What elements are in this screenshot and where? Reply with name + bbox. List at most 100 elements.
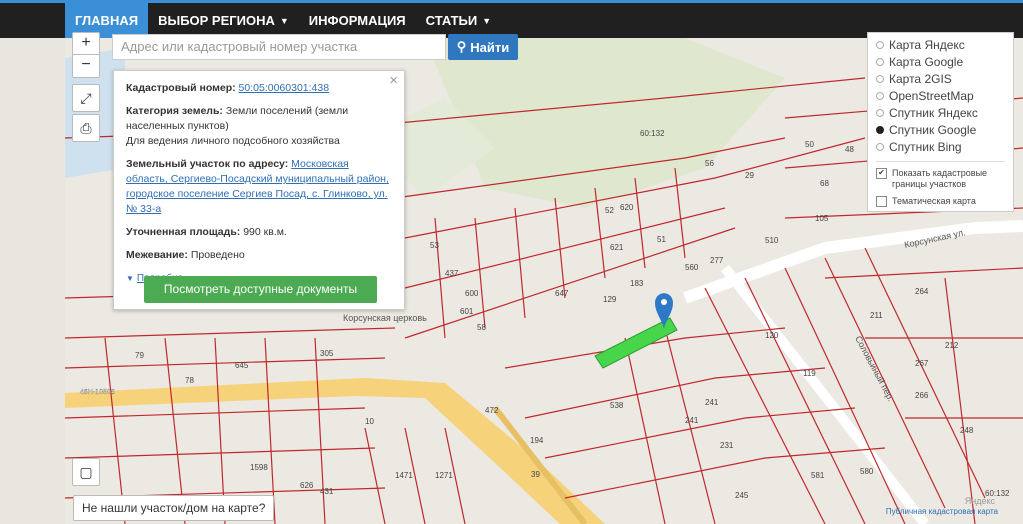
svg-text:1471: 1471	[395, 471, 413, 480]
svg-text:51: 51	[657, 235, 666, 244]
svg-text:472: 472	[485, 406, 499, 415]
svg-text:266: 266	[915, 391, 929, 400]
radio-icon	[876, 108, 884, 117]
nav-info-label: ИНФОРМАЦИЯ	[308, 13, 406, 28]
close-icon[interactable]: ×	[389, 73, 398, 88]
area-value: 990 кв.м.	[243, 226, 287, 238]
svg-text:600: 600	[465, 289, 479, 298]
zoom-in-button[interactable]: +	[72, 32, 100, 56]
view-documents-button[interactable]: Посмотреть доступные документы	[144, 276, 377, 303]
chevron-down-icon: ▼	[126, 274, 134, 283]
layer-2gis-map[interactable]: Карта 2GIS	[876, 70, 1005, 87]
svg-text:647: 647	[555, 289, 569, 298]
divider	[876, 161, 1005, 162]
svg-text:46Н-10508: 46Н-10508	[80, 389, 115, 396]
usage-value: Для ведения личного подсобного хозяйства	[126, 135, 340, 147]
layer-google-map[interactable]: Карта Google	[876, 53, 1005, 70]
search-input[interactable]: Адрес или кадастровый номер участка	[112, 34, 446, 60]
svg-text:601: 601	[460, 307, 474, 316]
survey-label: Межевание:	[126, 249, 188, 261]
svg-text:1598: 1598	[250, 463, 268, 472]
svg-text:48: 48	[845, 145, 854, 154]
nav-info[interactable]: ИНФОРМАЦИЯ	[299, 3, 416, 38]
print-button[interactable]: ⎙	[72, 114, 100, 142]
radio-icon	[876, 91, 884, 100]
chevron-down-icon: ▼	[482, 15, 492, 26]
svg-text:52: 52	[605, 206, 614, 215]
svg-text:58: 58	[477, 323, 486, 332]
search-button[interactable]: ⚲ Найти	[448, 34, 518, 60]
footer-link[interactable]: Публичная кадастровая карта	[886, 507, 998, 516]
layer-label: Спутник Google	[889, 122, 977, 137]
svg-text:241: 241	[705, 398, 719, 407]
svg-text:105: 105	[815, 214, 829, 223]
nav-region-label: ВЫБОР РЕГИОНА	[158, 13, 275, 28]
svg-text:120: 120	[765, 331, 779, 340]
layer-label: Карта 2GIS	[889, 71, 952, 86]
fullscreen-button[interactable]: ⤢	[72, 84, 100, 112]
search-button-label: Найти	[470, 39, 510, 55]
svg-text:560: 560	[685, 263, 699, 272]
svg-text:60:132: 60:132	[640, 129, 665, 138]
cadastral-link[interactable]: 50:05:0060301:438	[239, 82, 330, 94]
layer-openstreetmap[interactable]: OpenStreetMap	[876, 87, 1005, 104]
checkbox-icon	[876, 196, 887, 207]
layer-label: Спутник Яндекс	[889, 105, 978, 120]
svg-text:39: 39	[531, 470, 540, 479]
svg-text:79: 79	[135, 351, 144, 360]
layer-label: Спутник Bing	[889, 139, 962, 154]
cadastral-label: Кадастровый номер:	[126, 82, 236, 94]
svg-text:211: 211	[870, 311, 883, 320]
map-brand: Яндекс	[964, 496, 995, 506]
svg-text:53: 53	[430, 241, 439, 250]
radio-icon	[876, 57, 884, 66]
radio-icon	[876, 40, 884, 49]
layer-yandex-satellite[interactable]: Спутник Яндекс	[876, 104, 1005, 121]
svg-text:620: 620	[620, 203, 634, 212]
svg-text:29: 29	[745, 171, 754, 180]
svg-text:581: 581	[811, 471, 825, 480]
svg-text:510: 510	[765, 236, 779, 245]
layer-label: Карта Яндекс	[889, 37, 965, 52]
svg-text:78: 78	[185, 376, 194, 385]
not-found-button[interactable]: Не нашли участок/дом на карте?	[73, 495, 275, 521]
map-layers-panel: Карта Яндекс Карта Google Карта 2GIS Ope…	[867, 32, 1014, 212]
svg-text:231: 231	[720, 441, 734, 450]
church-label: Корсунская церковь	[343, 313, 427, 323]
nav-articles[interactable]: СТАТЬИ ▼	[416, 3, 501, 38]
search-icon: ⚲	[456, 39, 467, 54]
checkbox-label: Тематическая карта	[892, 196, 976, 206]
square-icon: ▢	[79, 463, 93, 480]
fullscreen-icon: ⤢	[80, 89, 92, 106]
radio-selected-icon	[876, 125, 884, 134]
chevron-down-icon: ▼	[279, 15, 289, 26]
svg-text:50: 50	[805, 140, 814, 149]
layer-toggle-button[interactable]: ▢	[72, 458, 100, 486]
layer-bing-satellite[interactable]: Спутник Bing	[876, 138, 1005, 155]
svg-text:277: 277	[710, 256, 724, 265]
svg-text:241: 241	[685, 416, 699, 425]
parcel-info-popup: × Кадастровый номер: 50:05:0060301:438 К…	[113, 70, 405, 310]
layer-yandex-map[interactable]: Карта Яндекс	[876, 36, 1005, 53]
nav-region-select[interactable]: ВЫБОР РЕГИОНА ▼	[148, 3, 299, 38]
svg-text:129: 129	[603, 295, 617, 304]
svg-text:267: 267	[915, 359, 929, 368]
svg-text:1271: 1271	[435, 471, 453, 480]
thematic-map-checkbox[interactable]: Тематическая карта	[876, 196, 1005, 207]
category-label: Категория земель:	[126, 105, 223, 117]
nav-articles-label: СТАТЬИ	[425, 13, 478, 28]
svg-text:264: 264	[915, 287, 929, 296]
show-cadastral-checkbox[interactable]: ✔ Показать кадастровые границы участков	[876, 168, 1005, 190]
area-label: Уточненная площадь:	[126, 226, 241, 238]
svg-text:212: 212	[945, 341, 959, 350]
radio-icon	[876, 74, 884, 83]
layer-label: OpenStreetMap	[889, 88, 974, 103]
svg-text:119: 119	[803, 369, 816, 378]
checkbox-label: Показать кадастровые границы участков	[892, 168, 988, 189]
layer-google-satellite[interactable]: Спутник Google	[876, 121, 1005, 138]
nav-home-label: ГЛАВНАЯ	[75, 13, 139, 28]
address-label: Земельный участок по адресу:	[126, 158, 289, 170]
zoom-out-button[interactable]: −	[72, 54, 100, 78]
svg-text:580: 580	[860, 467, 874, 476]
svg-text:645: 645	[235, 361, 249, 370]
